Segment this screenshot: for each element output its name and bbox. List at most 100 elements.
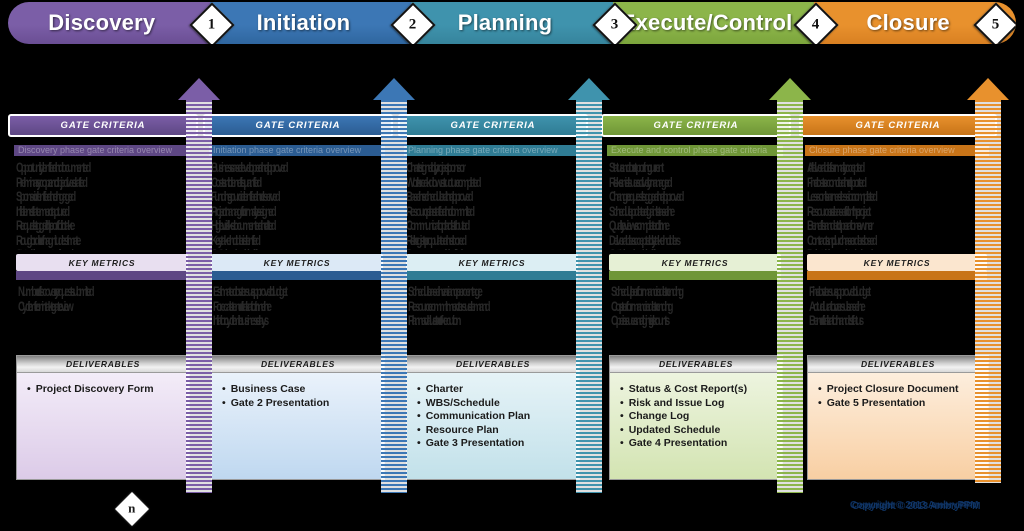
deliverable-item: Gate 2 Presentation (222, 397, 378, 411)
gate-marker-number: 3 (611, 16, 619, 33)
deliverables-title: DELIVERABLES (260, 359, 336, 369)
phase-label: Planning (457, 10, 553, 35)
gate-criteria-line: Quality reviews completed on time (609, 220, 670, 234)
gate-criteria-line: Sponsor identified and engaged (16, 191, 76, 205)
key-metrics-title: KEY METRICS (661, 257, 729, 268)
gate-criteria-subtitle-bar: Initiation phase gate criteria overview (209, 145, 385, 156)
gate-criteria-line: High level risks documented and rated (211, 220, 277, 234)
gate-criteria-title: GATE CRITERIA (653, 120, 739, 131)
transition-arrow-execute-control (769, 78, 811, 493)
deliverables-header: DELIVERABLES (807, 355, 989, 372)
arrow-head (568, 78, 610, 100)
column-discovery: GATE CRITERIA Discovery phase gate criter… (8, 114, 198, 480)
gate-criteria-line: Gate 4 review scheduled with sponsor (609, 249, 783, 250)
deliverables-title: DELIVERABLES (455, 359, 531, 369)
gate-criteria-line: Business case developed and approved (211, 162, 289, 176)
gate-criteria-line: Baseline schedule built and approved (406, 191, 474, 205)
gate-criteria-line: Risk register populated and scored (406, 234, 467, 249)
key-metrics-header: KEY METRICS (609, 254, 781, 271)
key-metrics-header: KEY METRICS (211, 254, 383, 271)
key-metrics-line: Open issues and aging risk counts (611, 315, 670, 329)
gate-criteria-title: GATE CRITERIA (60, 120, 146, 131)
deliverables-title: DELIVERABLES (65, 359, 141, 369)
arrow-head (769, 78, 811, 100)
gate-criteria-line: All deliverables formally accepted (807, 162, 865, 176)
deliverables-list: Status & Cost Report(s)Risk and Issue Lo… (620, 383, 776, 451)
gate-criteria-line: Resources released from the project (807, 205, 871, 220)
gate-marker-number: 2 (409, 16, 417, 33)
deliverable-item: Resource Plan (417, 424, 573, 438)
deliverables-header: DELIVERABLES (16, 355, 190, 372)
gate-criteria-subtitle: Discovery phase gate criteria overview (18, 145, 173, 155)
gate-criteria-line: Work breakdown structure completed (406, 176, 482, 191)
key-metrics-body: Final cost versus approved budget Actual … (809, 286, 987, 348)
key-metrics-accent-bar (609, 271, 781, 280)
deliverables-body: Status & Cost Report(s)Risk and Issue Lo… (609, 372, 783, 480)
transition-arrow-discovery (178, 78, 220, 493)
key-metrics-line: Estimated cost versus approved budget (213, 286, 288, 300)
gate-criteria-body: All deliverables formally accepted Final … (807, 162, 989, 250)
key-metrics-title: KEY METRICS (863, 257, 931, 268)
key-metrics-title: KEY METRICS (458, 257, 526, 268)
key-metrics-line: Schedule performance index trending (611, 286, 684, 300)
gate-criteria-subtitle: Initiation phase gate criteria overview (213, 145, 362, 155)
gate-criteria-body: Charter signed by project sponsor Work br… (406, 162, 580, 250)
key-metrics-accent-bar (211, 271, 383, 280)
deliverable-item: Updated Schedule (620, 424, 776, 438)
gate-criteria-line: Request logged in the portfolio intake (16, 220, 75, 234)
deliverable-item: Gate 4 Presentation (620, 437, 776, 451)
arrow-head (967, 78, 1009, 100)
phase-banner: Discovery Initiation Planning Execute/Contr… (8, 2, 1016, 44)
gate-criteria-subtitle-bar: Execute and control phase gate criteria (607, 145, 783, 156)
arrow-head (178, 78, 220, 100)
gate-criteria-line: Key stakeholders identified (211, 234, 261, 249)
phase-segment-execute-control[interactable]: Execute/Control (612, 2, 815, 44)
phase-segment-planning[interactable]: Planning (411, 2, 613, 44)
deliverable-item: Charter (417, 383, 573, 397)
gate-criteria-line: Communication plan distributed (406, 220, 470, 234)
deliverables-list: Business CaseGate 2 Presentation (222, 383, 378, 410)
column-closure: GATE CRITERIA Closure phase gate criteria… (799, 114, 997, 480)
gate-criteria-subtitle: Planning phase gate criteria overview (408, 145, 558, 155)
column-planning: GATE CRITERIA Planning phase gate criteri… (398, 114, 588, 480)
deliverable-item: Project Closure Document (818, 383, 982, 397)
key-metrics-header: KEY METRICS (807, 254, 987, 271)
gate-criteria-line: Project manager formally assigned (211, 205, 277, 220)
gate-criteria-line: Strategic alignment confirmed (16, 249, 190, 250)
gate-criteria-line: Schedule updated against baseline (609, 205, 675, 220)
key-metrics-line: Schedule baseline variance percentage (408, 286, 483, 300)
gate-criteria-line: Funding source identified and reserved (211, 191, 281, 205)
phase-segment-discovery[interactable]: Discovery (8, 2, 210, 44)
deliverables-list: CharterWBS/ScheduleCommunication PlanRes… (417, 383, 573, 451)
gate-marker-number: 5 (992, 16, 1000, 33)
gate-criteria-line: Charter signed by project sponsor (406, 162, 466, 176)
key-metrics-line: Benefit realization handoff status (809, 315, 864, 329)
gate-criteria-line: Deliverables accepted by stakeholders (609, 234, 681, 249)
gate-criteria-body: Business case developed and approved Cost… (211, 162, 385, 250)
phase-columns: GATE CRITERIA Discovery phase gate criter… (0, 114, 1024, 499)
deliverables-list: Project Closure DocumentGate 5 Presentat… (818, 383, 982, 410)
phase-segment-initiation[interactable]: Initiation (209, 2, 412, 44)
gate-criteria-line: Initial benefit statement captured (16, 205, 70, 220)
gate-criteria-header: GATE CRITERIA (8, 114, 198, 137)
deliverables-header: DELIVERABLES (406, 355, 580, 372)
gate-criteria-line: Resource plan staffed and committed (406, 205, 475, 220)
column-initiation: GATE CRITERIA Initiation phase gate crite… (203, 114, 393, 480)
arrow-shaft (381, 100, 407, 493)
key-metrics-body: Schedule performance index trending Cost … (611, 286, 781, 348)
gate-criteria-title: GATE CRITERIA (255, 120, 341, 131)
gate-criteria-line: Lessons learned session completed (807, 191, 878, 205)
gate-criteria-line: Opportunity identified and documented (16, 162, 91, 176)
deliverable-item: Risk and Issue Log (620, 397, 776, 411)
gate-criteria-line: Rough order of magnitude estimate (16, 234, 81, 249)
key-metrics-body: Estimated cost versus approved budget For… (213, 286, 383, 348)
deliverables-header: DELIVERABLES (609, 355, 783, 372)
gate-criteria-header: GATE CRITERIA (398, 114, 588, 137)
key-metrics-body: Number of discovery requests submitted Cy… (18, 286, 188, 348)
key-metrics-line: Cycle time from intake to gate review (18, 300, 74, 315)
gate-criteria-title: GATE CRITERIA (855, 120, 941, 131)
gate-marker-number: 1 (207, 16, 216, 33)
transition-arrow-closure (967, 78, 1009, 483)
transition-arrow-initiation (373, 78, 415, 493)
gate-criteria-line: Benefits handed to operations owner (807, 220, 874, 234)
